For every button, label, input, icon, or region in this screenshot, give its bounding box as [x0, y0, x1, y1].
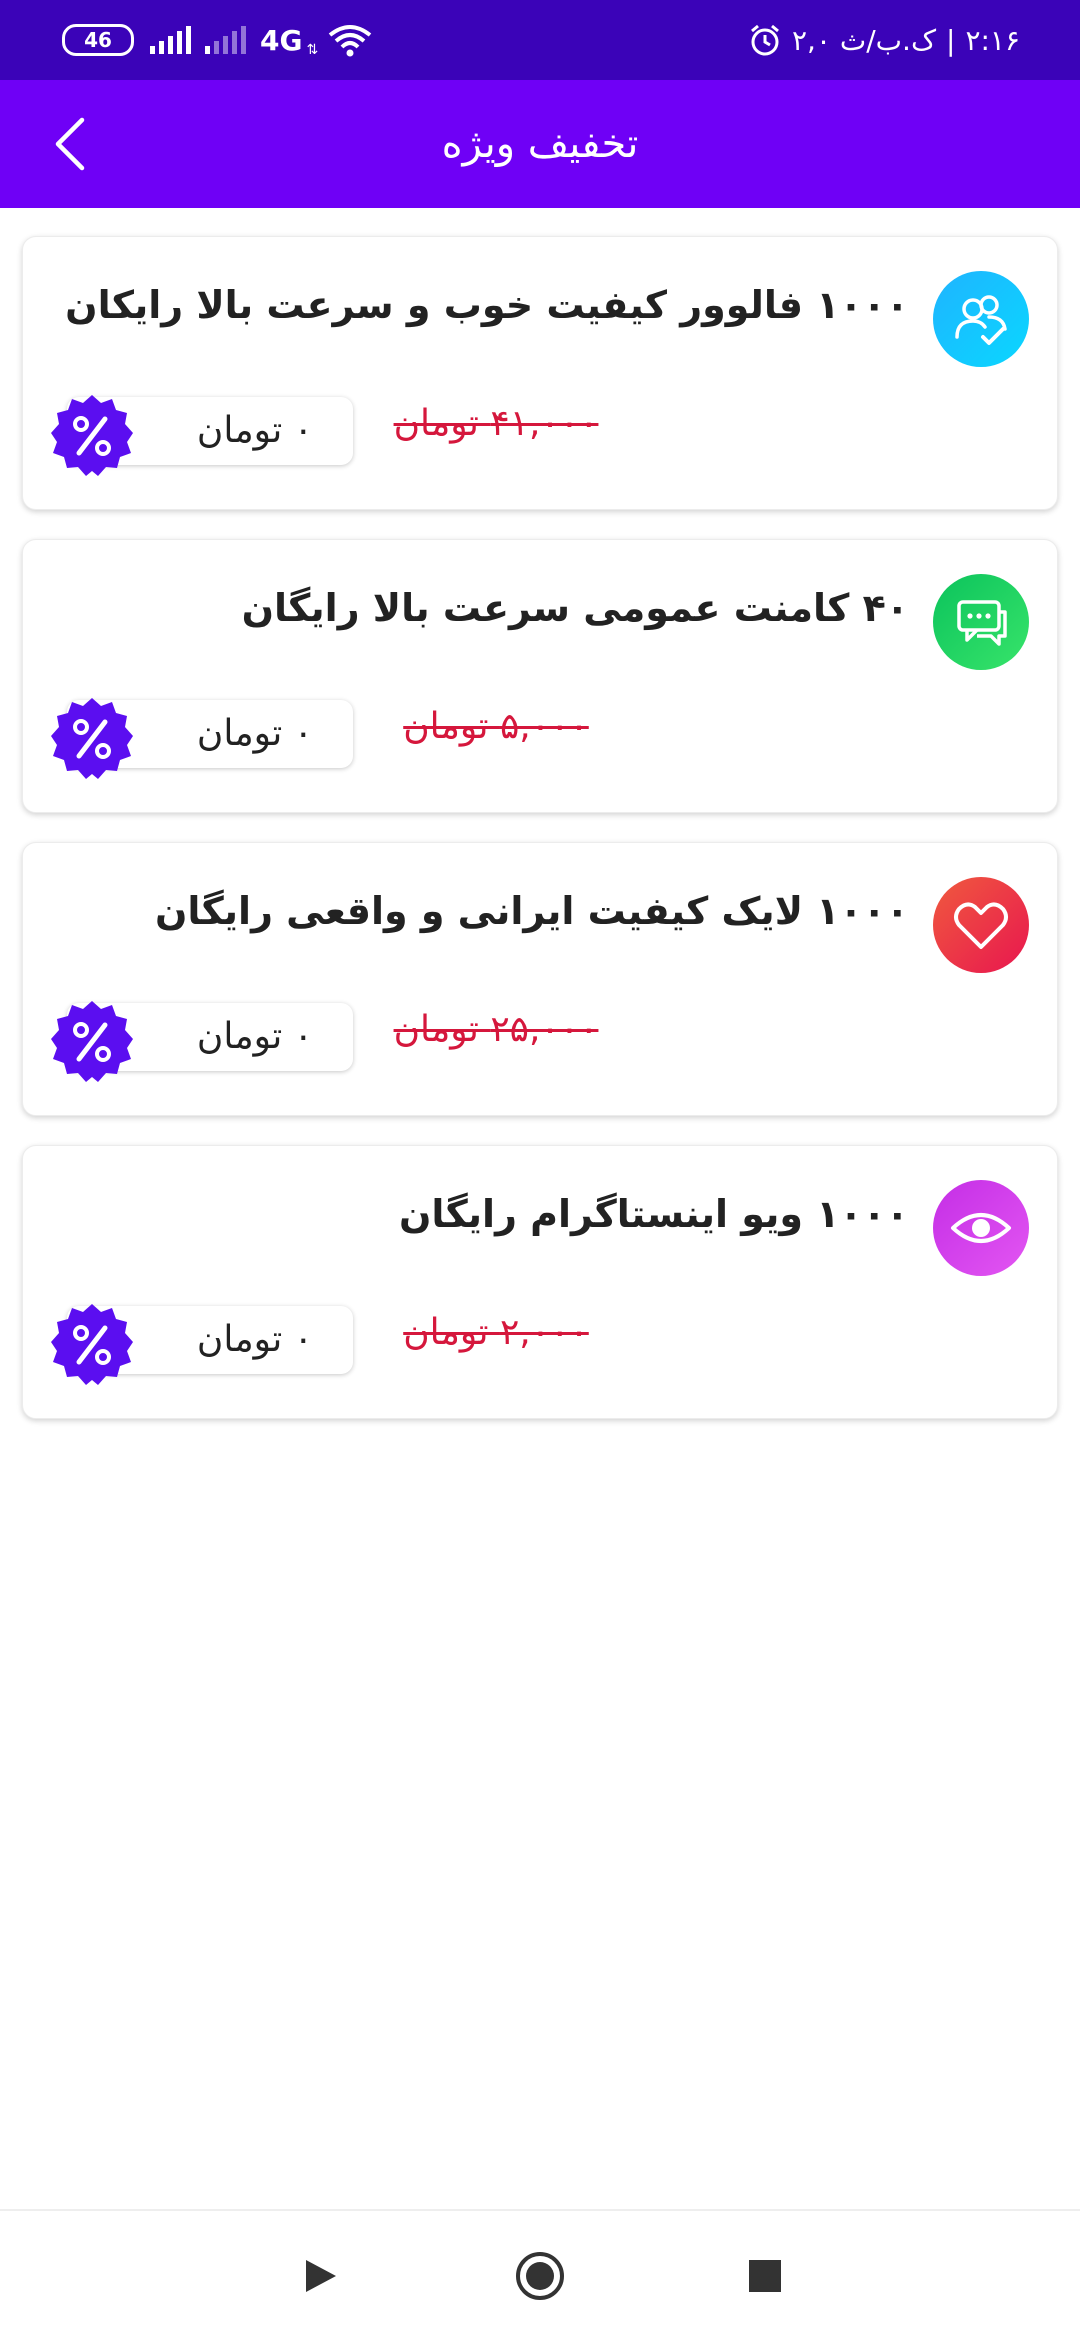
- offer-price: ۰ تومان: [196, 1319, 313, 1360]
- offer-old-price: ۴۱,۰۰۰ تومان: [393, 403, 599, 444]
- offer-old-price: ۲۵,۰۰۰ تومان: [393, 1009, 599, 1050]
- offer-card-comments[interactable]: ۴۰ کامنت عمومی سرعت بالا رایگان ۵,۰۰۰ تو…: [22, 539, 1058, 813]
- status-time: ۲:۱۶: [965, 23, 1020, 57]
- offer-card-likes[interactable]: ۱۰۰۰ لایک کیفیت ایرانی و واقعی رایگان ۲۵…: [22, 842, 1058, 1116]
- discount-badge-icon: [51, 1304, 133, 1385]
- eye-icon: [933, 1180, 1029, 1276]
- offer-list: ۱۰۰۰ فالوور کیفیت خوب و سرعت بالا رایکان…: [22, 236, 1058, 1448]
- heart-icon: [933, 877, 1029, 973]
- battery-level: 46: [84, 28, 112, 52]
- offer-price: ۰ تومان: [196, 1016, 313, 1057]
- discount-badge-icon: [51, 395, 133, 476]
- offer-old-price: ۲,۰۰۰ تومان: [403, 1312, 589, 1353]
- offer-title: ۴۰ کامنت عمومی سرعت بالا رایگان: [241, 586, 909, 630]
- status-date: ک.ب/ث ۲,۰: [792, 23, 936, 57]
- battery-icon: 46: [62, 24, 134, 56]
- discount-badge-icon: [51, 698, 133, 779]
- nav-home-button[interactable]: [480, 2211, 600, 2340]
- nav-back-button[interactable]: [260, 2211, 380, 2340]
- offer-old-price: ۵,۰۰۰ تومان: [403, 706, 589, 747]
- system-nav-bar: [0, 2211, 1080, 2340]
- back-button[interactable]: [30, 104, 110, 184]
- offer-title: ۱۰۰۰ لایک کیفیت ایرانی و واقعی رایگان: [154, 889, 909, 933]
- signal-icon: [150, 26, 191, 54]
- alarm-icon: [751, 24, 779, 56]
- status-bar: 46 4G ⇅ ک.ب/ث ۲,۰ | ۲:۱۶: [0, 0, 1080, 80]
- circle-home-icon: [516, 2251, 564, 2300]
- square-recents-icon: [749, 2259, 781, 2292]
- followers-icon: [933, 271, 1029, 367]
- offer-card-followers[interactable]: ۱۰۰۰ فالوور کیفیت خوب و سرعت بالا رایکان…: [22, 236, 1058, 510]
- page-title: تخفیف ویژه: [441, 121, 639, 167]
- chevron-left-icon: [55, 117, 85, 171]
- nav-recents-button[interactable]: [705, 2211, 825, 2340]
- status-left-group: 46 4G ⇅: [62, 0, 372, 80]
- offer-price: ۰ تومان: [196, 713, 313, 754]
- offer-title: ۱۰۰۰ ویو اینستاگرام رایگان: [398, 1192, 909, 1236]
- status-separator: |: [946, 23, 956, 57]
- network-type: 4G: [260, 23, 303, 57]
- app-bar: تخفیف ویژه: [0, 80, 1080, 208]
- offer-card-views[interactable]: ۱۰۰۰ ویو اینستاگرام رایگان ۲,۰۰۰ تومان ۰…: [22, 1145, 1058, 1419]
- discount-badge-icon: [51, 1001, 133, 1082]
- comment-icon: [933, 574, 1029, 670]
- network-activity-icon: ⇅: [306, 42, 319, 58]
- triangle-back-icon: [306, 2259, 336, 2292]
- offer-price: ۰ تومان: [196, 410, 313, 451]
- status-right-group: ک.ب/ث ۲,۰ | ۲:۱۶: [748, 0, 1020, 80]
- signal-secondary-icon: [205, 26, 246, 54]
- offer-title: ۱۰۰۰ فالوور کیفیت خوب و سرعت بالا رایکان: [65, 283, 909, 327]
- wifi-icon: [328, 25, 372, 57]
